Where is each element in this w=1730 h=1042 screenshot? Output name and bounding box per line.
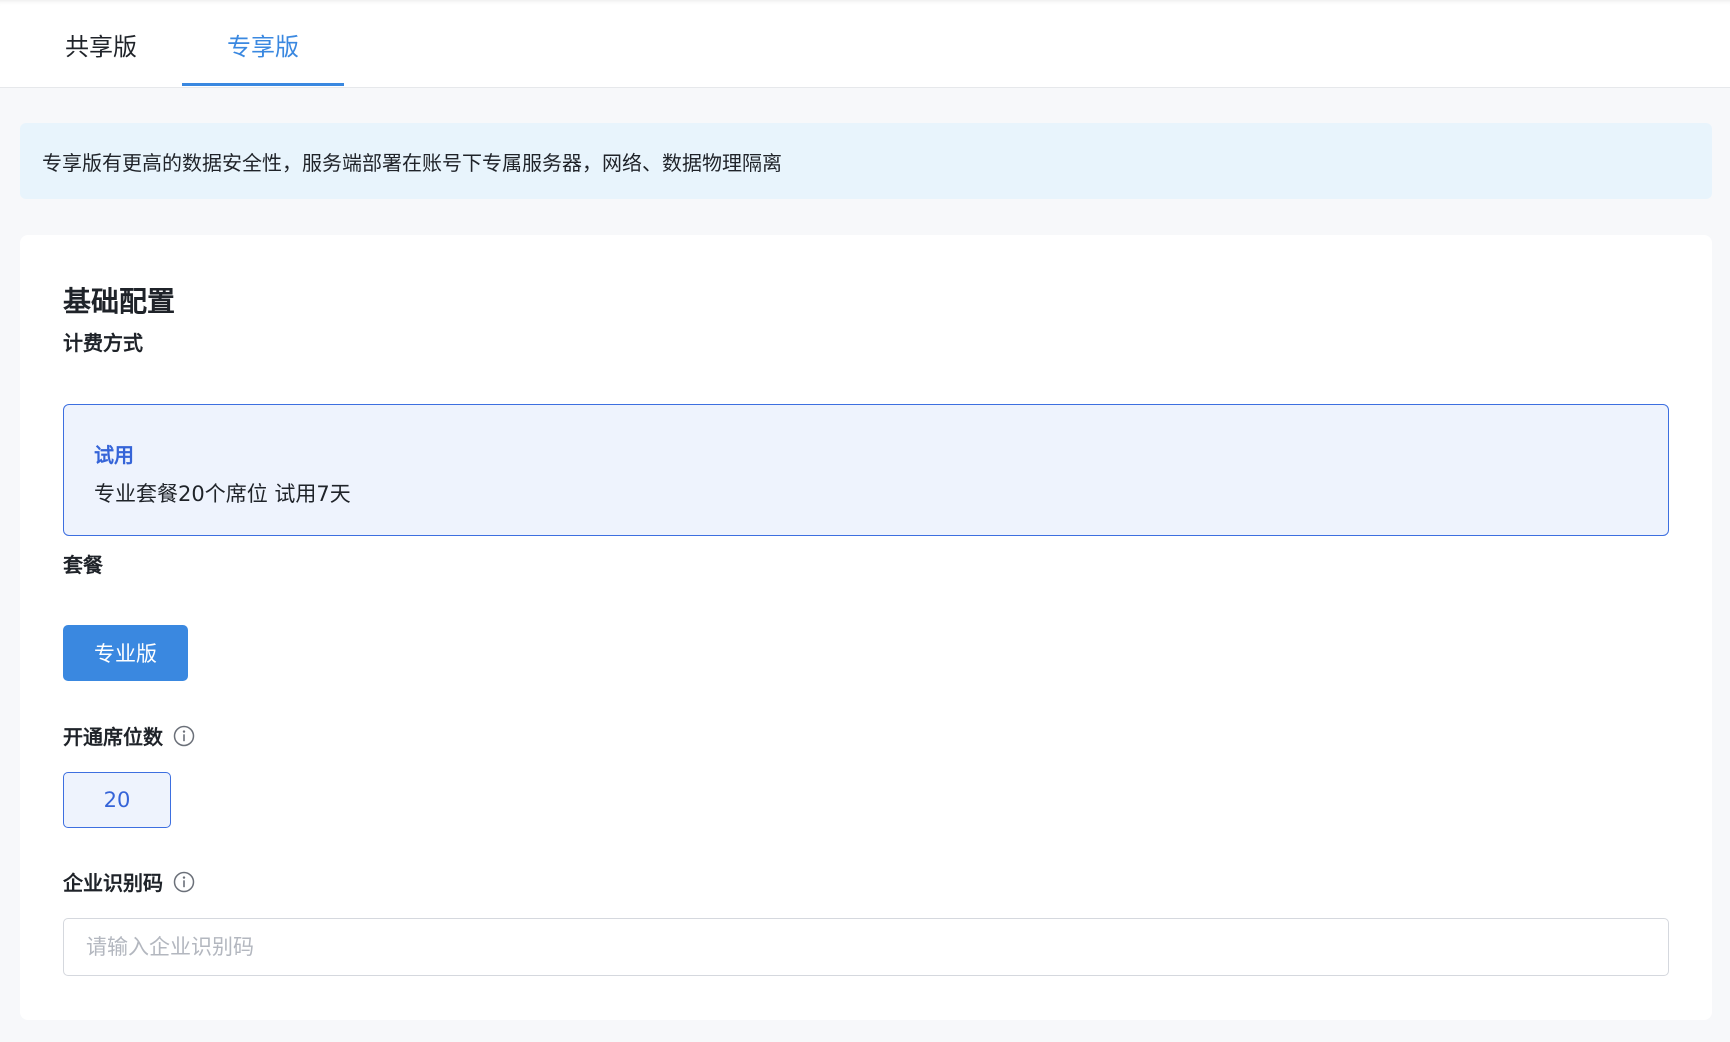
billing-option-trial[interactable]: 试用 专业套餐20个席位 试用7天	[63, 404, 1669, 536]
plan-label-text: 套餐	[63, 553, 103, 577]
plan-label: 套餐	[63, 549, 103, 578]
seats-label: 开通席位数	[63, 721, 195, 750]
active-tab-indicator	[182, 83, 344, 86]
billing-method-label-text: 计费方式	[63, 331, 143, 355]
info-icon[interactable]	[173, 871, 195, 893]
seats-label-text: 开通席位数	[63, 725, 163, 749]
billing-option-title: 试用	[94, 443, 134, 467]
tab-exclusive-edition-label: 专享版	[227, 32, 299, 61]
enterprise-code-input[interactable]	[63, 918, 1669, 976]
seats-count-value: 20	[103, 788, 131, 812]
page: 共享版 专享版 专享版有更高的数据安全性，服务端部署在账号下专属服务器，网络、数…	[0, 0, 1730, 1042]
plan-option-professional-button[interactable]: 专业版	[63, 625, 188, 681]
tab-exclusive-edition[interactable]: 专享版	[182, 0, 344, 88]
tab-shared-edition[interactable]: 共享版	[20, 0, 182, 88]
notice-text: 专享版有更高的数据安全性，服务端部署在账号下专属服务器，网络、数据物理隔离	[42, 150, 782, 175]
info-icon[interactable]	[173, 725, 195, 747]
billing-method-label: 计费方式	[63, 327, 143, 356]
billing-option-description: 专业套餐20个席位 试用7天	[94, 482, 351, 506]
enterprise-code-label-text: 企业识别码	[63, 871, 163, 895]
tab-shared-edition-label: 共享版	[65, 32, 137, 61]
info-notice-banner: 专享版有更高的数据安全性，服务端部署在账号下专属服务器，网络、数据物理隔离	[20, 123, 1712, 199]
basic-config-card: 基础配置 计费方式 试用 专业套餐20个席位 试用7天 套餐 专业版 开通席位数…	[20, 235, 1712, 1020]
seats-count-selector[interactable]: 20	[63, 772, 171, 828]
enterprise-code-label: 企业识别码	[63, 867, 195, 896]
section-title: 基础配置	[63, 285, 176, 318]
edition-tab-bar: 共享版 专享版	[0, 0, 1730, 88]
